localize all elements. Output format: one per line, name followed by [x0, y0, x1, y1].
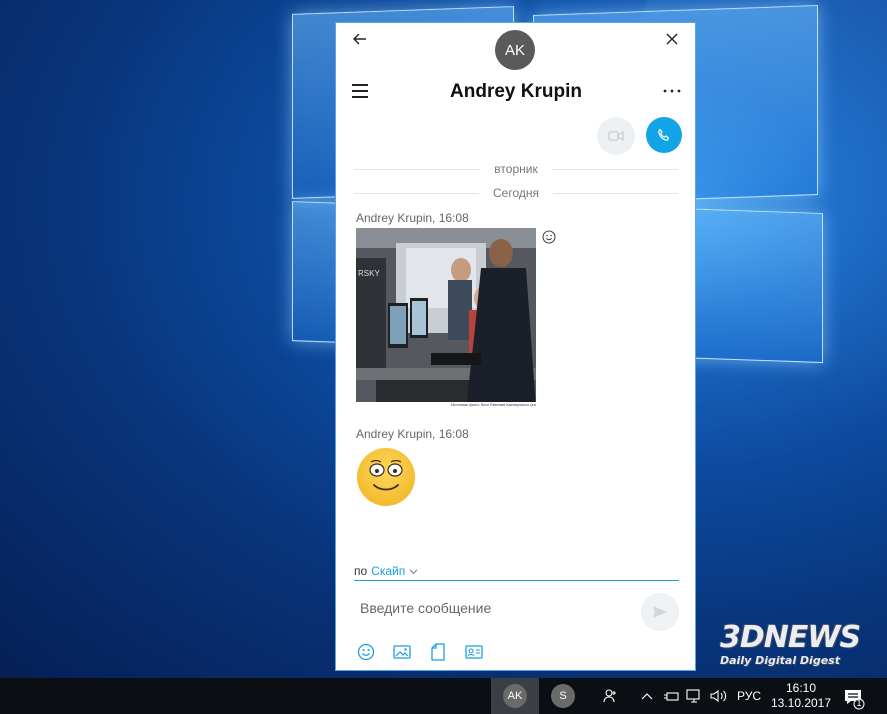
notification-icon — [845, 690, 865, 710]
message-input[interactable] — [354, 593, 634, 623]
hamburger-icon — [352, 84, 368, 86]
message-sender: Andrey Krupin, 16:08 — [356, 427, 469, 441]
more-options-button[interactable] — [660, 81, 684, 101]
taskbar-app-skype-chat[interactable]: AK — [491, 678, 539, 714]
divider-line — [553, 192, 678, 194]
blushing-emoji-icon — [357, 448, 415, 506]
watermark-logo: 3DNEWS — [720, 620, 861, 655]
show-hidden-icons-button[interactable] — [637, 686, 657, 706]
smiley-icon — [542, 230, 556, 244]
send-button[interactable] — [641, 593, 679, 631]
more-icon — [663, 89, 681, 93]
watermark: 3DNEWS Daily Digital Digest — [720, 620, 865, 668]
emoticon-message[interactable] — [356, 447, 416, 507]
message-photo[interactable]: RSKY — [356, 228, 536, 408]
divider-line — [551, 168, 678, 170]
skype-window: AK Andrey Krupin вторник Сегодня Andrey … — [335, 22, 696, 671]
close-button[interactable] — [662, 29, 682, 49]
hamburger-icon-line — [352, 90, 368, 92]
date-divider-label: Сегодня — [493, 186, 539, 200]
send-file-button[interactable] — [428, 642, 448, 662]
input-language-indicator[interactable]: РУС — [737, 689, 761, 703]
taskbar-app-skype[interactable]: S — [539, 678, 587, 714]
emoji-button[interactable] — [356, 642, 376, 662]
hamburger-menu-button[interactable] — [350, 81, 370, 101]
add-reaction-button[interactable] — [542, 230, 556, 244]
people-button[interactable] — [601, 686, 621, 706]
taskbar: AK S РУС 16:10 13.10.2017 1 — [0, 678, 887, 714]
chevron-up-icon — [641, 693, 653, 700]
battery-plug-icon — [664, 692, 679, 701]
action-center-button[interactable]: 1 — [842, 686, 866, 710]
date-divider: Сегодня — [354, 186, 678, 200]
taskbar-app-avatar: S — [551, 684, 575, 708]
network-icon — [686, 689, 700, 703]
contact-card-icon — [465, 645, 483, 659]
chevron-down-icon — [409, 568, 418, 574]
close-icon — [666, 33, 678, 45]
photo-image: RSKY — [356, 228, 536, 408]
clock-date: 13.10.2017 — [770, 696, 832, 710]
send-image-button[interactable] — [392, 642, 412, 662]
watermark-tagline: Daily Digital Digest — [720, 654, 840, 667]
phone-icon — [658, 128, 670, 141]
send-contact-button[interactable] — [464, 642, 484, 662]
speaker-icon — [710, 689, 727, 703]
message-sender: Andrey Krupin, 16:08 — [356, 211, 469, 225]
image-icon — [393, 645, 411, 659]
contact-name: Andrey Krupin — [450, 81, 582, 102]
photo-caption: Источник фото: блог Евгения Касперского … — [356, 402, 536, 408]
power-tray-button[interactable] — [661, 686, 681, 706]
contact-avatar[interactable]: AK — [495, 30, 535, 70]
send-via-service: Скайп — [371, 564, 406, 578]
taskbar-clock[interactable]: 16:10 13.10.2017 — [770, 681, 832, 711]
volume-tray-button[interactable] — [709, 686, 729, 706]
notification-count: 1 — [856, 698, 862, 708]
svg-text:RSKY: RSKY — [358, 269, 380, 278]
video-camera-icon — [608, 130, 624, 142]
clock-time: 16:10 — [785, 681, 817, 695]
date-divider-label: вторник — [494, 162, 538, 176]
file-icon — [431, 643, 445, 661]
date-divider: вторник — [354, 162, 678, 176]
emoji-icon — [357, 643, 375, 661]
back-button[interactable] — [350, 29, 370, 49]
video-call-button[interactable] — [597, 117, 635, 155]
hamburger-icon-line — [352, 96, 368, 98]
send-via-selector[interactable]: по Скайп — [354, 564, 418, 578]
input-underline — [354, 580, 679, 581]
network-tray-button[interactable] — [684, 686, 704, 706]
send-via-prefix: по — [354, 564, 368, 578]
divider-line — [354, 192, 479, 194]
taskbar-app-avatar: AK — [503, 684, 527, 708]
arrow-left-icon — [353, 33, 366, 45]
audio-call-button[interactable] — [646, 117, 682, 153]
people-icon — [603, 689, 616, 703]
divider-line — [354, 168, 481, 170]
send-icon — [653, 606, 667, 618]
